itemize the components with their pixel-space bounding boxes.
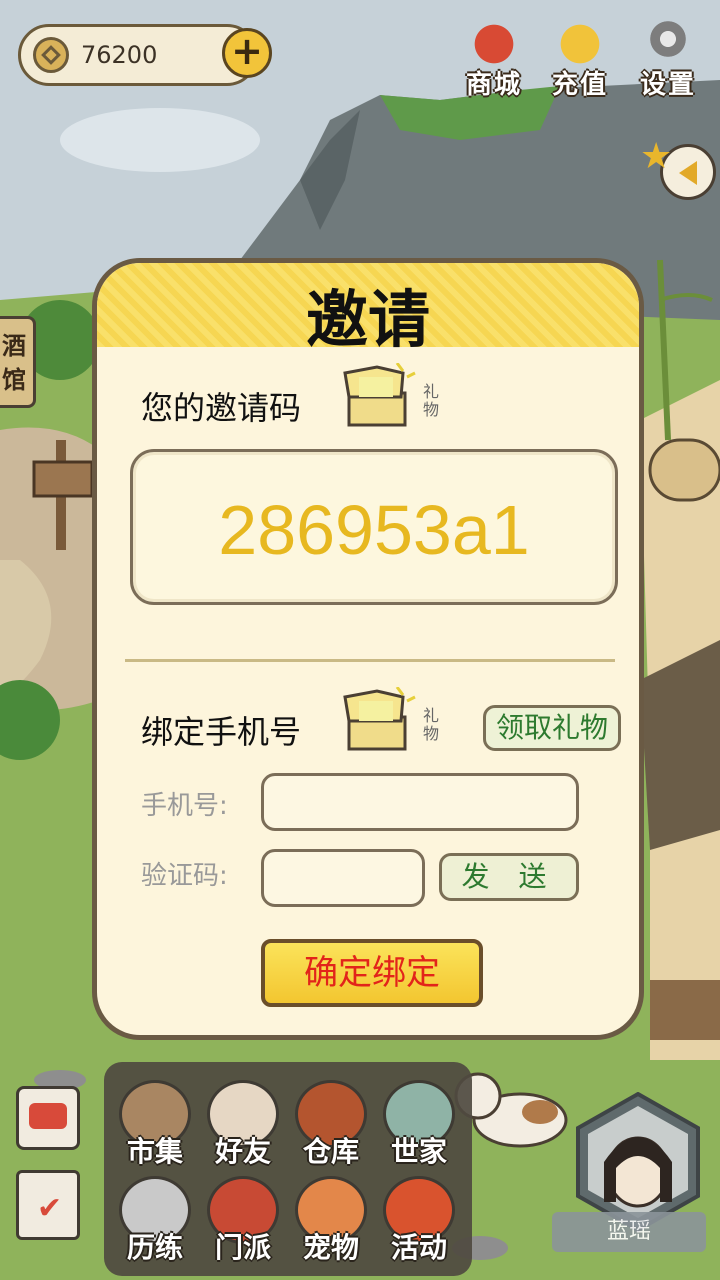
menu-family[interactable]: 世家 [374, 1080, 464, 1176]
claim-gift-button[interactable]: 领取礼物 [483, 705, 621, 751]
phone-label: 手机号: [141, 791, 228, 821]
recharge-label: 充值 [551, 70, 608, 100]
tavern-label: 酒馆 [2, 332, 26, 394]
menu-label: 活动 [390, 1231, 447, 1264]
shop-button[interactable]: 商城 [454, 14, 534, 104]
currency-amount: 76200 [81, 41, 158, 69]
invite-code-box: 286953a1 [130, 449, 618, 605]
bind-phone-label: 绑定手机号 [141, 713, 302, 751]
invite-dialog: 邀请 您的邀请码 礼物 286953a1 绑定手机号 礼物 领取礼物 手机号: … [92, 258, 644, 1040]
arrow-left-icon [679, 161, 697, 185]
verification-code-label: 验证码: [141, 861, 228, 891]
divider [125, 659, 615, 662]
invite-code: 286953a1 [218, 491, 530, 569]
add-currency-button[interactable]: + [222, 28, 272, 78]
menu-warehouse[interactable]: 仓库 [286, 1080, 376, 1176]
menu-label: 仓库 [302, 1135, 359, 1168]
menu-friends[interactable]: 好友 [198, 1080, 288, 1176]
player-avatar[interactable] [574, 1092, 702, 1232]
verification-code-input[interactable] [261, 849, 425, 907]
menu-sect[interactable]: 门派 [198, 1176, 288, 1272]
treasure-chest-icon [343, 363, 416, 427]
coin-icon [33, 37, 69, 73]
chat-button[interactable] [16, 1086, 80, 1150]
chat-icon [29, 1103, 67, 1129]
gift-tag: 礼物 [423, 382, 440, 419]
gear-icon [638, 14, 698, 64]
menu-pets[interactable]: 宠物 [286, 1176, 376, 1272]
menu-label: 好友 [214, 1135, 271, 1168]
settings-button[interactable]: 设置 [628, 14, 708, 104]
menu-market[interactable]: 市集 [110, 1080, 200, 1176]
shop-label: 商城 [465, 70, 522, 100]
menu-label: 门派 [214, 1231, 271, 1264]
task-button[interactable]: ✔ [16, 1170, 80, 1240]
menu-training[interactable]: 历练 [110, 1176, 200, 1272]
tavern-button[interactable]: 酒馆 [0, 316, 36, 408]
treasure-chest-icon [343, 687, 416, 751]
dialog-title: 邀请 [305, 283, 430, 356]
phone-input[interactable] [261, 773, 579, 831]
menu-label: 世家 [390, 1135, 447, 1168]
settings-label: 设置 [639, 70, 696, 100]
confirm-bind-button[interactable]: 确定绑定 [261, 939, 483, 1007]
gold-ingot-icon [550, 14, 610, 64]
menu-label: 市集 [126, 1135, 183, 1168]
star-icon: ★ [640, 136, 673, 177]
player-name: 蓝瑶 [552, 1212, 706, 1252]
send-code-button[interactable]: 发 送 [439, 853, 579, 901]
menu-label: 历练 [126, 1231, 183, 1264]
recharge-button[interactable]: 充值 [540, 14, 620, 104]
invite-code-label: 您的邀请码 [141, 389, 302, 427]
bag-icon [464, 14, 524, 64]
menu-label: 宠物 [302, 1231, 359, 1264]
menu-events[interactable]: 活动 [374, 1176, 464, 1272]
gift-tag: 礼物 [423, 706, 440, 743]
checkmark-icon: ✔ [37, 1191, 63, 1226]
